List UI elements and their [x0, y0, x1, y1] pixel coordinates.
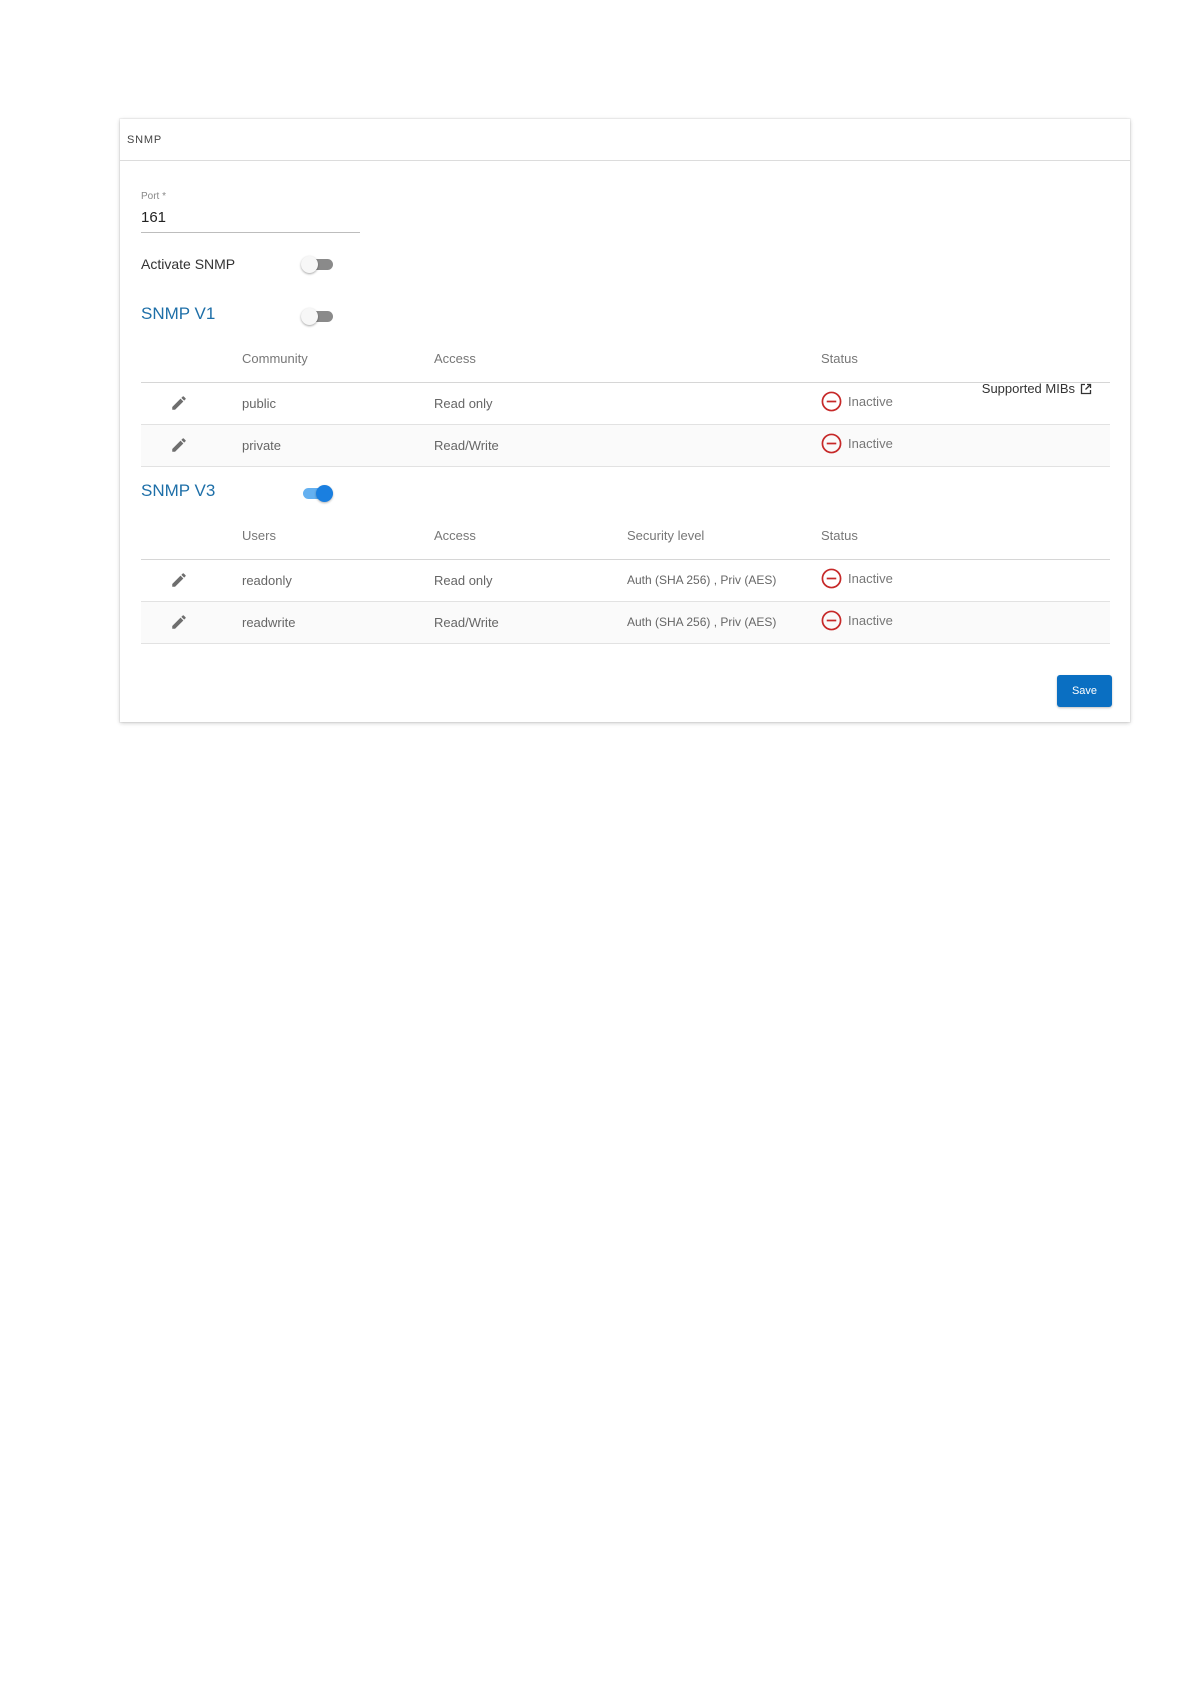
- table-row: private Read/Write Inactive: [141, 425, 1110, 467]
- inactive-minus-circle-icon: [821, 568, 842, 589]
- community-name: public: [242, 396, 276, 411]
- status-badge: Inactive: [821, 568, 893, 589]
- snmp-card: SNMP Port * 161 Activate SNMP Supported …: [120, 119, 1130, 722]
- inactive-minus-circle-icon: [821, 610, 842, 631]
- snmp-v1-table: Community Access Status public Read only…: [141, 337, 1110, 467]
- snmp-v1-title: SNMP V1: [141, 304, 216, 323]
- snmp-v1-toggle[interactable]: [301, 306, 333, 326]
- toggle-thumb: [301, 308, 318, 325]
- status-text: Inactive: [848, 394, 893, 409]
- table-row: readwrite Read/Write Auth (SHA 256) , Pr…: [141, 602, 1110, 644]
- edit-pencil-icon[interactable]: [170, 571, 188, 589]
- table-header: Community Access Status: [141, 337, 1110, 383]
- port-input[interactable]: 161: [141, 209, 166, 226]
- port-label: Port *: [141, 191, 167, 202]
- table-row: readonly Read only Auth (SHA 256) , Priv…: [141, 560, 1110, 602]
- snmp-v3-title: SNMP V3: [141, 481, 216, 500]
- edit-pencil-icon[interactable]: [170, 394, 188, 412]
- user-name: readwrite: [242, 615, 296, 630]
- table-header: Users Access Security level Status: [141, 514, 1110, 560]
- edit-pencil-icon[interactable]: [170, 436, 188, 454]
- status-badge: Inactive: [821, 391, 893, 412]
- security-level-value: Auth (SHA 256) , Priv (AES): [627, 615, 777, 629]
- table-row: public Read only Inactive: [141, 383, 1110, 425]
- toggle-thumb: [316, 485, 333, 502]
- status-badge: Inactive: [821, 610, 893, 631]
- access-value: Read/Write: [434, 438, 499, 453]
- activate-snmp-label: Activate SNMP: [141, 256, 236, 272]
- community-name: private: [242, 438, 282, 453]
- snmp-v3-toggle[interactable]: [301, 483, 333, 503]
- card-title: SNMP: [127, 133, 162, 146]
- edit-pencil-icon[interactable]: [170, 613, 188, 631]
- column-header-access: Access: [434, 528, 476, 543]
- toggle-thumb: [301, 256, 318, 273]
- port-underline: [141, 232, 360, 233]
- user-name: readonly: [242, 573, 292, 588]
- access-value: Read/Write: [434, 615, 499, 630]
- status-badge: Inactive: [821, 433, 893, 454]
- save-button[interactable]: Save: [1057, 675, 1112, 707]
- column-header-community: Community: [242, 351, 308, 366]
- access-value: Read only: [434, 396, 493, 411]
- status-text: Inactive: [848, 571, 893, 586]
- inactive-minus-circle-icon: [821, 391, 842, 412]
- status-text: Inactive: [848, 613, 893, 628]
- snmp-settings: Port * 161 Activate SNMP Supported MIBs …: [141, 160, 1110, 722]
- status-text: Inactive: [848, 436, 893, 451]
- column-header-users: Users: [242, 528, 276, 543]
- snmp-v3-table: Users Access Security level Status reado…: [141, 514, 1110, 644]
- column-header-status: Status: [821, 528, 858, 543]
- column-header-access: Access: [434, 351, 476, 366]
- access-value: Read only: [434, 573, 493, 588]
- column-header-security-level: Security level: [627, 528, 705, 543]
- column-header-status: Status: [821, 351, 858, 366]
- inactive-minus-circle-icon: [821, 433, 842, 454]
- card-header: SNMP: [120, 119, 1130, 161]
- security-level-value: Auth (SHA 256) , Priv (AES): [627, 573, 777, 587]
- activate-snmp-toggle[interactable]: [301, 254, 333, 274]
